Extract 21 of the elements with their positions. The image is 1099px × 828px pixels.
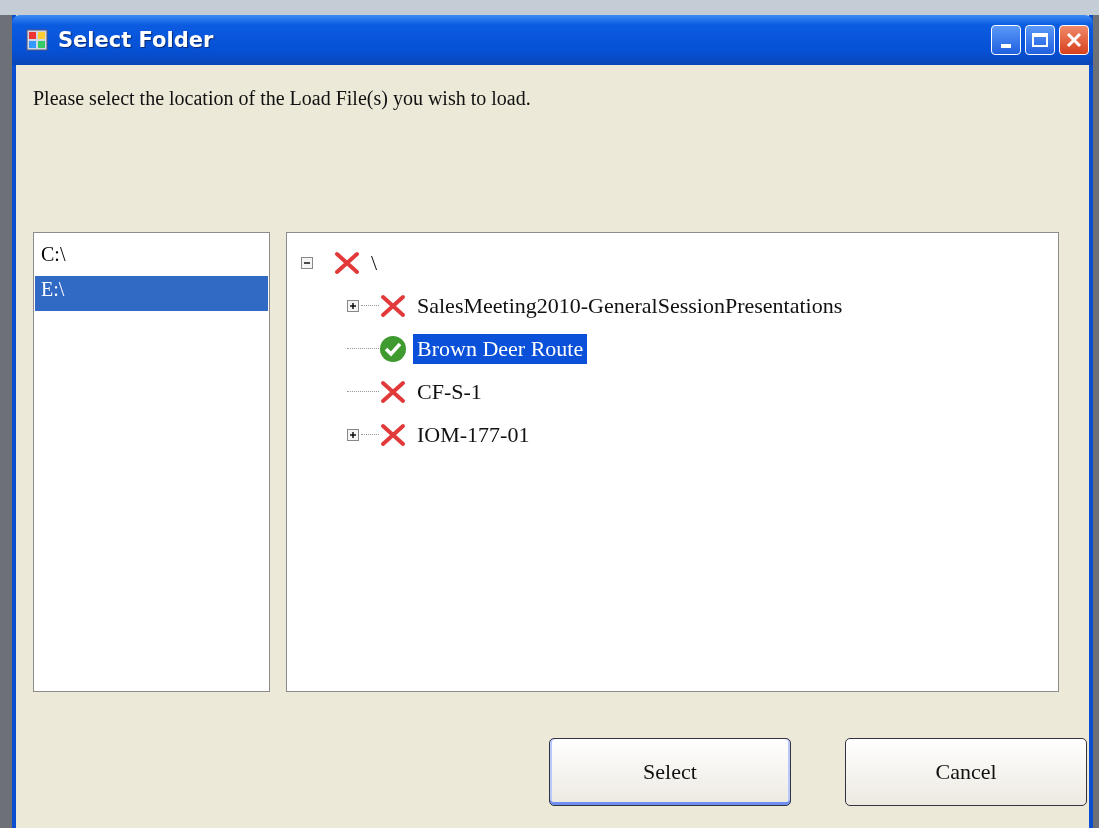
drive-item[interactable]: E:\ [35, 276, 268, 311]
close-button[interactable] [1059, 25, 1089, 55]
instruction-text: Please select the location of the Load File(s) you wish to load. [33, 87, 532, 110]
cancel-button[interactable]: Cancel [845, 738, 1087, 806]
maximize-button[interactable] [1025, 25, 1055, 55]
drive-item[interactable]: C:\ [35, 241, 268, 276]
minimize-icon [1001, 44, 1011, 48]
minimize-button[interactable] [991, 25, 1021, 55]
expand-icon[interactable] [347, 428, 359, 441]
app-icon [26, 29, 48, 51]
collapse-icon[interactable] [301, 256, 313, 269]
tree-item[interactable]: \ [367, 247, 382, 278]
select-button[interactable]: Select [549, 738, 791, 806]
maximize-icon [1032, 33, 1048, 47]
tree-item[interactable]: CF-S-1 [413, 376, 486, 407]
tree-item[interactable]: Brown Deer Route [413, 333, 588, 364]
tree-item[interactable]: IOM-177-01 [413, 419, 534, 450]
close-icon [1066, 32, 1082, 48]
tree-item[interactable]: SalesMeeting2010-GeneralSessionPresentations [413, 290, 847, 321]
expand-icon[interactable] [347, 299, 359, 312]
window-title: Select Folder [58, 28, 214, 52]
